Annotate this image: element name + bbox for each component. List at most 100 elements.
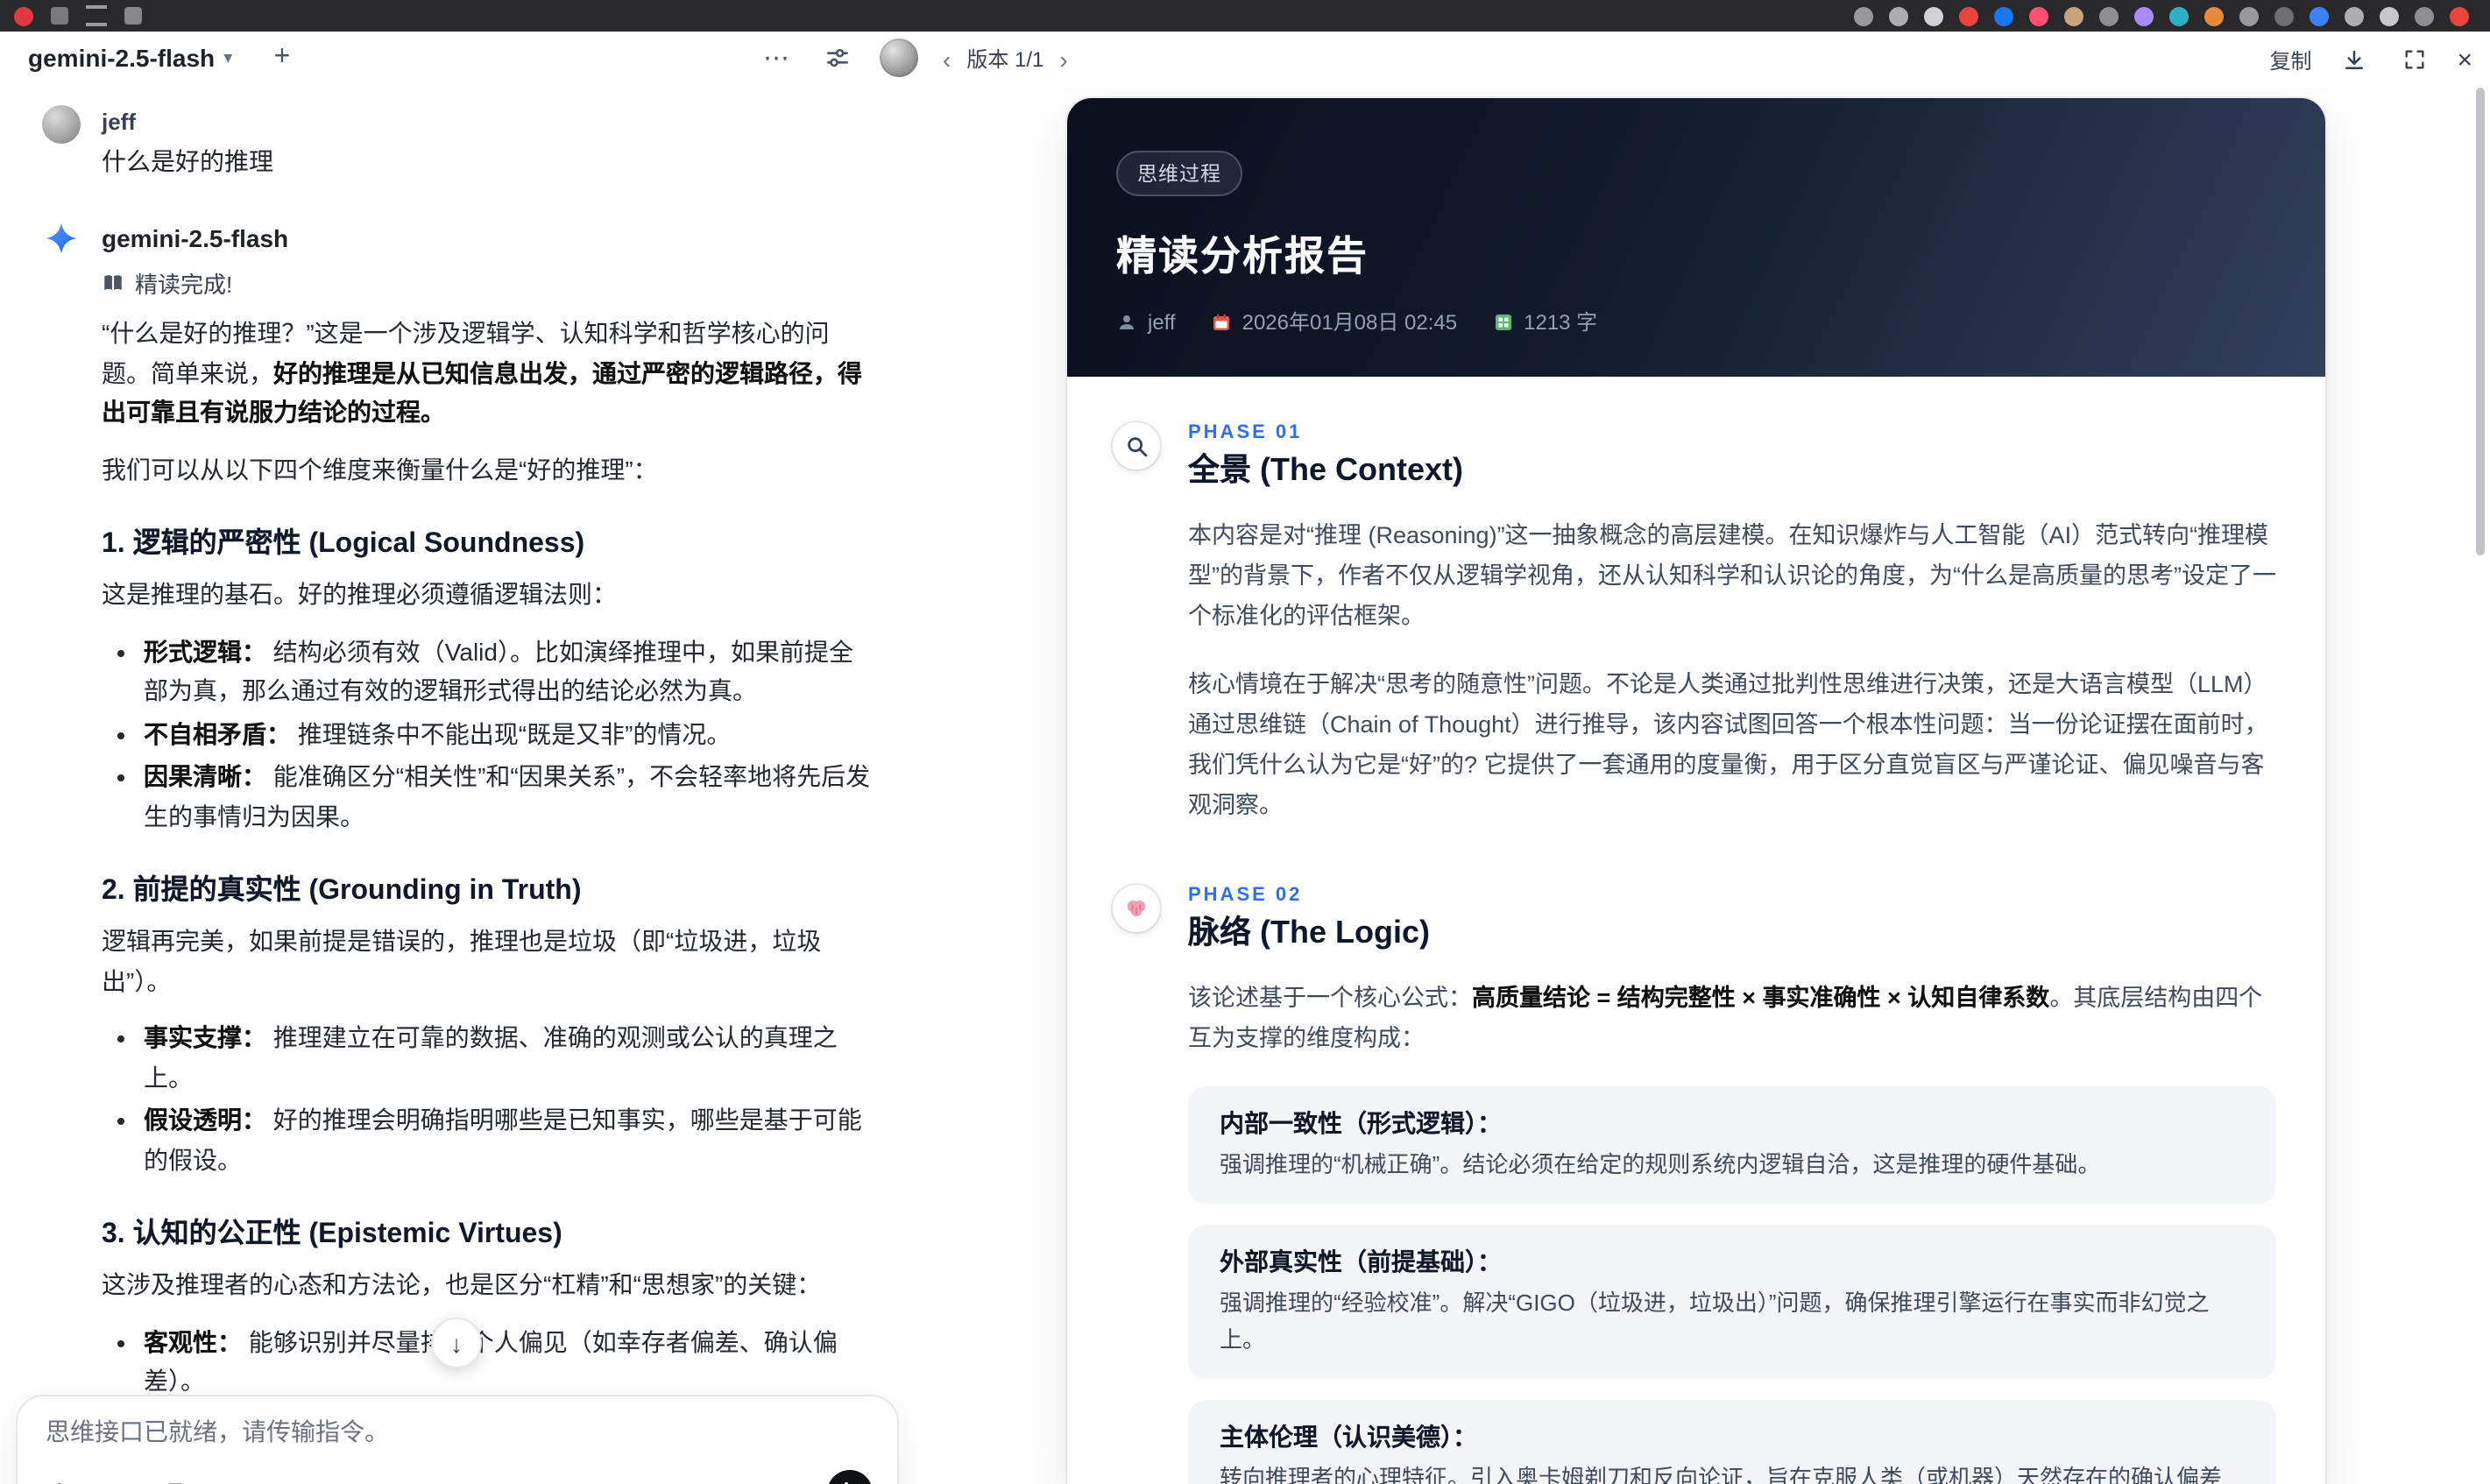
menubar-icon[interactable] bbox=[2169, 6, 2189, 25]
assistant-name: gemini-2.5-flash bbox=[102, 224, 289, 252]
phase-heading: 脉络 (The Logic) bbox=[1188, 915, 1430, 950]
assistant-message: gemini-2.5-flash 精读完成! “什么是好的推理？”这是一个涉及逻… bbox=[42, 219, 997, 1484]
composer-input[interactable] bbox=[42, 1416, 880, 1447]
phase-1: PHASE 01 全景 (The Context) 本内容是对“推理 (Reas… bbox=[1113, 422, 2276, 853]
section-list-1: 形式逻辑： 结构必须有效（Valid）。比如演绎推理中，如果前提全部为真，那么通… bbox=[102, 632, 876, 836]
version-prev-button[interactable]: ‹ bbox=[943, 45, 951, 73]
sliders-icon bbox=[104, 1480, 131, 1484]
menubar-icon[interactable] bbox=[2415, 6, 2434, 25]
download-button[interactable] bbox=[2334, 40, 2373, 79]
menubar-icon[interactable] bbox=[2134, 6, 2154, 25]
model-name: gemini-2.5-flash bbox=[28, 44, 216, 72]
menubar-icon[interactable] bbox=[1994, 6, 2013, 25]
section-heading-1: 1. 逻辑的严密性 (Logical Soundness) bbox=[102, 529, 585, 559]
app-toolbar: gemini-2.5-flash ▾ + ⋯ ‹ 版本 1/1 › 复制 × bbox=[0, 32, 2490, 88]
menubar-icon[interactable] bbox=[2310, 6, 2329, 25]
report-title: 精读分析报告 bbox=[1116, 233, 1369, 279]
status-line: 精读完成! bbox=[102, 266, 876, 300]
formula-paragraph: 该论述基于一个核心公式：高质量结论 = 结构完整性 × 事实准确性 × 认知自律… bbox=[1188, 985, 2263, 1051]
section-heading-2: 2. 前提的真实性 (Grounding in Truth) bbox=[102, 876, 582, 906]
menubar-icon[interactable] bbox=[2064, 6, 2083, 25]
model-selector[interactable]: gemini-2.5-flash ▾ bbox=[28, 44, 232, 72]
menubar-icon[interactable] bbox=[2345, 6, 2364, 25]
menu-bar bbox=[0, 0, 2490, 32]
menubar-icon[interactable] bbox=[1924, 6, 1943, 25]
voice-input-button[interactable] bbox=[827, 1470, 873, 1484]
recording-indicator-icon bbox=[14, 6, 33, 25]
menubar-icon[interactable] bbox=[2029, 6, 2048, 25]
artifact-panel[interactable]: 思维过程 精读分析报告 jeff 2026年01月08日 02:45 1213 … bbox=[997, 88, 2490, 1484]
menubar-icon[interactable] bbox=[1854, 6, 1873, 25]
canvas-button[interactable] bbox=[158, 1475, 193, 1484]
phase1-paragraph-2: 核心情境在于解决“思考的随意性”问题。不论是人类通过批判性思维进行决策，还是大语… bbox=[1188, 671, 2268, 818]
copy-button[interactable]: 复制 bbox=[2269, 45, 2311, 74]
menubar-icon[interactable] bbox=[2380, 6, 2399, 25]
account-avatar[interactable] bbox=[880, 39, 918, 77]
version-next-button[interactable]: › bbox=[1059, 45, 1067, 73]
menubar-icon[interactable] bbox=[1959, 6, 1978, 25]
phase-2: PHASE 02 脉络 (The Logic) 该论述基于一个核心公式：高质量结… bbox=[1113, 885, 2276, 1484]
user-message-text: 什么是好的推理 bbox=[102, 147, 273, 175]
menubar-icon[interactable] bbox=[1889, 6, 1908, 25]
menubar-icon[interactable] bbox=[2450, 6, 2469, 25]
chat-panel[interactable]: jeff 什么是好的推理 gemini-2.5-flash 精读完成! “什么是… bbox=[0, 88, 997, 1484]
composer-tune-button[interactable] bbox=[100, 1475, 135, 1484]
magnifier-icon bbox=[1113, 422, 1160, 470]
app-menu-icon[interactable] bbox=[51, 7, 68, 25]
download-icon bbox=[2345, 49, 2363, 68]
meta-author: jeff bbox=[1116, 309, 1176, 334]
report-card: 思维过程 精读分析报告 jeff 2026年01月08日 02:45 1213 … bbox=[1067, 98, 2325, 1484]
down-arrow-icon: ↓ bbox=[450, 1329, 463, 1357]
fullscreen-button[interactable] bbox=[2395, 40, 2434, 79]
menubar-status-icons[interactable] bbox=[1854, 6, 2476, 25]
window-scrollbar[interactable] bbox=[2476, 88, 2485, 555]
more-options-button[interactable]: ⋯ bbox=[757, 39, 796, 77]
tune-settings-button[interactable] bbox=[818, 39, 857, 77]
status-text: 精读完成! bbox=[135, 272, 233, 298]
user-message: jeff 什么是好的推理 bbox=[42, 105, 997, 180]
report-body: PHASE 01 全景 (The Context) 本内容是对“推理 (Reas… bbox=[1067, 377, 2325, 1484]
person-icon bbox=[1120, 314, 1134, 329]
dimension-card-1: 内部一致性（形式逻辑）： 强调推理的“机械正确”。结论必须在给定的规则系统内逻辑… bbox=[1188, 1086, 2276, 1204]
intro-paragraph: “什么是好的推理？”这是一个涉及逻辑学、认知科学和哲学核心的问题。简单来说，好的… bbox=[102, 319, 862, 426]
menu-extra-icon[interactable] bbox=[124, 7, 142, 25]
version-label: 版本 1/1 bbox=[966, 47, 1044, 72]
close-artifact-button[interactable]: × bbox=[2457, 45, 2472, 74]
meta-date: 2026年01月08日 02:45 bbox=[1211, 307, 1457, 336]
calendar-icon bbox=[1213, 313, 1229, 329]
section-lead-2: 逻辑再完美，如果前提是错误的，推理也是垃圾（即“垃圾进，垃圾出”）。 bbox=[102, 927, 822, 994]
app-window: gemini-2.5-flash ▾ + ⋯ ‹ 版本 1/1 › 复制 × j… bbox=[0, 0, 2490, 1484]
meta-word-count: 1213 字 bbox=[1492, 307, 1597, 336]
brain-icon bbox=[1113, 885, 1160, 932]
menubar-icon[interactable] bbox=[2099, 6, 2119, 25]
phase-label: PHASE 01 bbox=[1188, 422, 1303, 443]
counter-icon bbox=[1495, 314, 1511, 329]
chat-actions: ⋯ bbox=[757, 39, 918, 77]
report-header: 思维过程 精读分析报告 jeff 2026年01月08日 02:45 1213 … bbox=[1067, 98, 2325, 377]
user-name: jeff bbox=[102, 109, 136, 135]
menubar-icon[interactable] bbox=[2274, 6, 2294, 25]
book-icon bbox=[104, 275, 122, 291]
menubar-icon[interactable] bbox=[2239, 6, 2259, 25]
frame-icon bbox=[168, 1483, 182, 1484]
overview-paragraph: 我们可以从以下四个维度来衡量什么是“好的推理”： bbox=[102, 455, 658, 483]
phase-heading: 全景 (The Context) bbox=[1188, 452, 1463, 487]
attach-button[interactable]: + bbox=[42, 1475, 77, 1484]
report-badge: 思维过程 bbox=[1116, 151, 1242, 196]
phase1-paragraph-1: 本内容是对“推理 (Reasoning)”这一抽象概念的高层建模。在知识爆炸与人… bbox=[1188, 522, 2276, 629]
menubar-icon[interactable] bbox=[2204, 6, 2224, 25]
scroll-to-bottom-button[interactable]: ↓ bbox=[431, 1318, 482, 1368]
section-lead-3: 这涉及推理者的心态和方法论，也是区分“杠精”和“思想家”的关键： bbox=[102, 1270, 822, 1298]
list-item: 不自相矛盾： 推理链条中不能出现“既是又非”的情况。 bbox=[144, 714, 876, 753]
list-item: 因果清晰： 能准确区分“相关性”和“因果关系”，不会轻率地将先后发生的事情归为因… bbox=[144, 757, 876, 836]
section-lead-1: 这是推理的基石。好的推理必须遵循逻辑法则： bbox=[102, 580, 617, 608]
new-chat-button[interactable]: + bbox=[263, 39, 301, 77]
artifact-actions: 复制 × bbox=[2269, 40, 2472, 79]
list-item: 客观性： 能够识别并尽量排除个人偏见（如幸存者偏差、确认偏差）。 bbox=[144, 1322, 876, 1401]
list-item: 事实支撑： 推理建立在可靠的数据、准确的观测或公认的真理之上。 bbox=[144, 1018, 876, 1097]
dimension-card-2: 外部真实性（前提基础）： 强调推理的“经验校准”。解决“GIGO（垃圾进，垃圾出… bbox=[1188, 1225, 2276, 1379]
gemini-logo-icon bbox=[42, 219, 81, 258]
report-meta: jeff 2026年01月08日 02:45 1213 字 bbox=[1116, 307, 2276, 336]
dimension-card-3: 主体伦理（认识美德）： 转向推理者的心理特征。引入奥卡姆剃刀和反向论证，旨在克服… bbox=[1188, 1400, 2276, 1484]
list-menu-icon[interactable] bbox=[86, 5, 107, 26]
